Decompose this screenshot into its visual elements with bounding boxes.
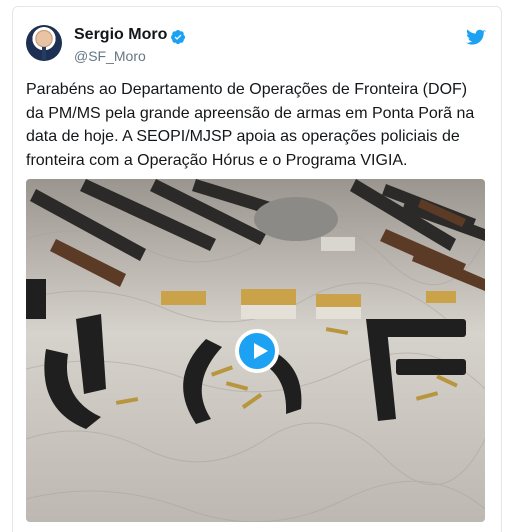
video-thumbnail[interactable]: [26, 179, 485, 522]
tweet-text-line: data de hoje. A SEOPI/MJSP apoia as oper…: [26, 128, 460, 145]
author-handle[interactable]: @SF_Moro: [74, 48, 146, 64]
tweet-text: Parabéns ao Departamento de Operações de…: [26, 78, 482, 172]
play-icon[interactable]: [235, 329, 279, 373]
tweet-text-line: da PM/MS pela grande apreensão de armas …: [26, 104, 475, 122]
author-name[interactable]: Sergio Moro: [74, 26, 167, 44]
tweet-text-line: Parabéns ao Departamento de Operações de…: [26, 81, 468, 98]
avatar[interactable]: [26, 25, 62, 61]
tweet-text-line: fronteira com a Operação Hórus e o Progr…: [26, 151, 408, 169]
twitter-bird-icon[interactable]: [466, 28, 486, 46]
verified-badge-icon: [171, 30, 185, 45]
